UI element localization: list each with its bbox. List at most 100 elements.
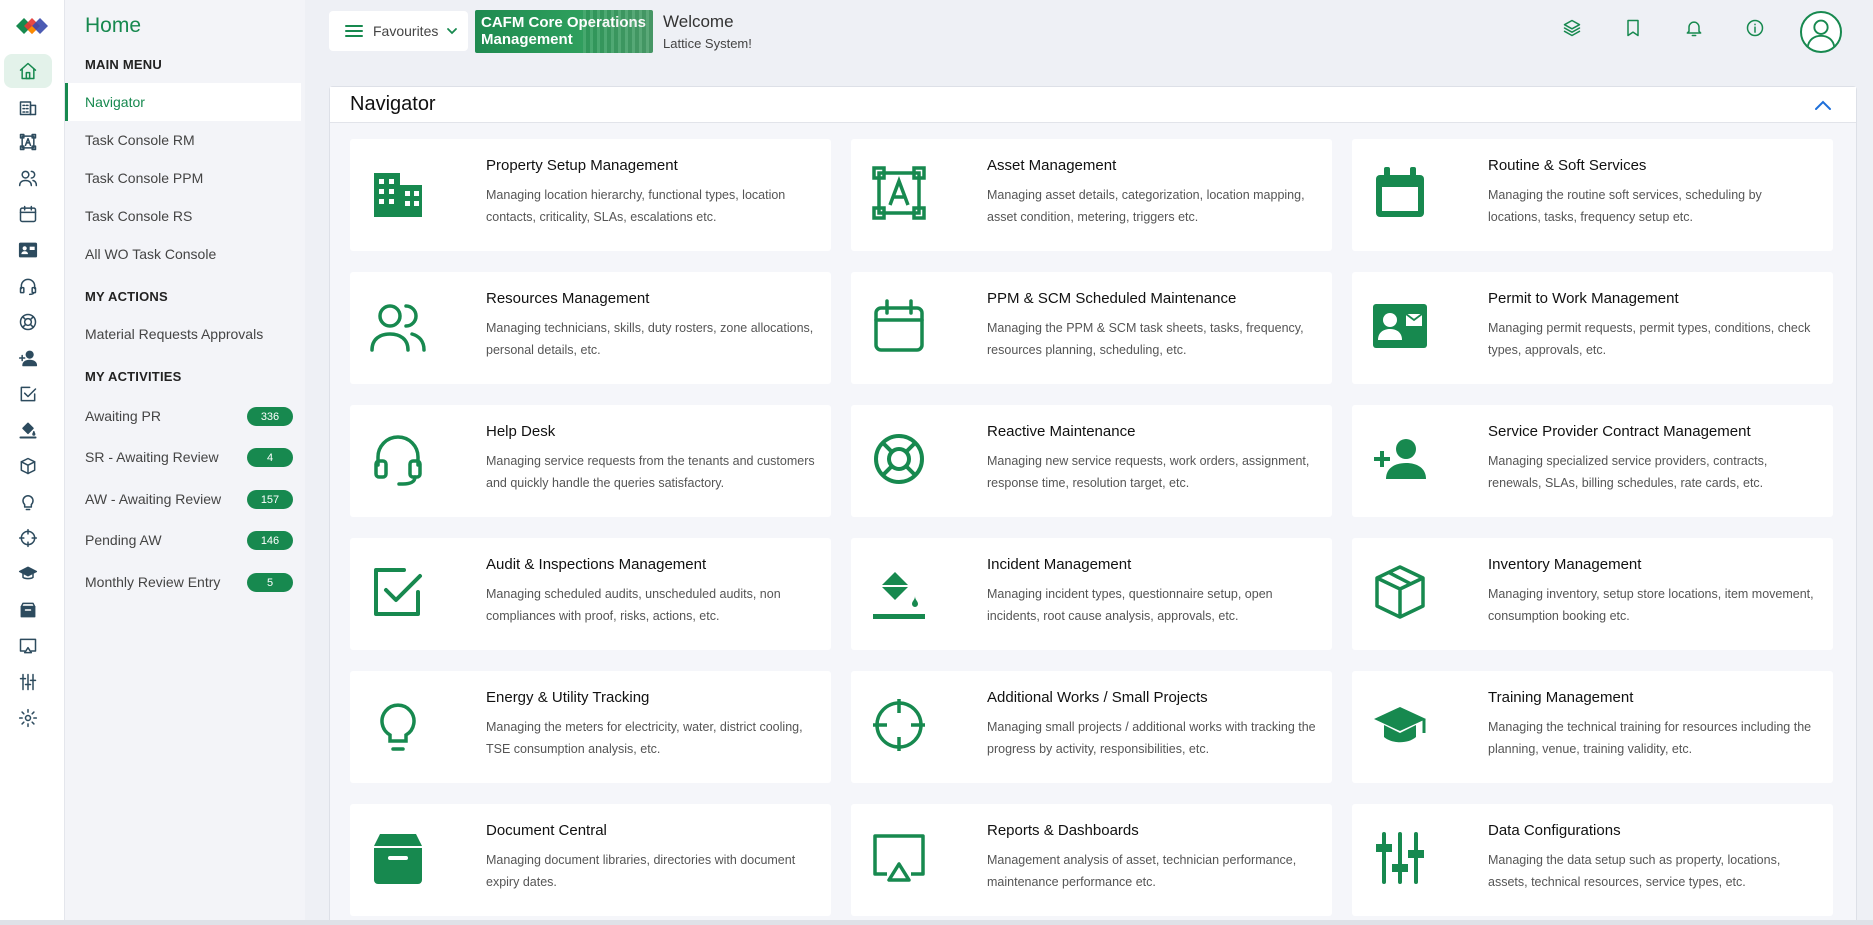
card-description: Managing the meters for electricity, wat… [486,720,803,756]
rail-headset-icon[interactable] [4,269,52,303]
rail-archive-icon[interactable] [4,593,52,627]
rail-lightbulb-icon[interactable] [4,485,52,519]
chevron-down-icon [447,28,458,35]
bookmark-icon[interactable] [1623,18,1647,42]
card-document-central[interactable]: Document Central Managing document libra… [350,804,831,916]
menu-title: Home [85,14,142,37]
menu-item-material-requests-approvals[interactable]: Material Requests Approvals [65,315,301,353]
chevron-up-icon[interactable] [1814,97,1832,113]
rail-check-square-icon[interactable] [4,377,52,411]
rail-sliders-icon[interactable] [4,665,52,699]
card-description: Managing small projects / additional wor… [987,720,1316,756]
archive-icon [368,828,428,888]
card-description: Managing asset details, categorization, … [987,188,1305,224]
rail-paint-bucket-icon[interactable] [4,413,52,447]
rail-crosshair-icon[interactable] [4,521,52,555]
menu-item-task-console-ppm[interactable]: Task Console PPM [65,159,301,197]
hamburger-icon [345,25,363,37]
rail-asset-icon[interactable] [4,125,52,159]
card-title: Inventory Management [1488,556,1642,573]
card-title: Energy & Utility Tracking [486,689,650,706]
rail-home-icon[interactable] [4,54,52,88]
welcome-block: Welcome Lattice System! [663,12,752,51]
menu-item-all-wo-task-console[interactable]: All WO Task Console [65,235,301,273]
card-training-management[interactable]: Training Management Managing the technic… [1352,671,1833,783]
card-description: Managing incident types, questionnaire s… [987,587,1273,623]
card-title: Reactive Maintenance [987,423,1136,440]
favourites-dropdown[interactable]: Favourites [329,11,468,51]
card-help-desk[interactable]: Help Desk Managing service requests from… [350,405,831,517]
card-ppm-scm-scheduled-maintenance[interactable]: PPM & SCM Scheduled Maintenance Managing… [851,272,1332,384]
activity-item-aw-awaiting-review[interactable]: AW - Awaiting Review 157 [65,480,301,518]
my-actions-heading: MY ACTIONS [85,289,168,304]
rail-graduation-cap-icon[interactable] [4,557,52,591]
card-title: Resources Management [486,290,650,307]
module-banner: CAFM Core Operations Management [475,10,653,53]
favourites-label: Favourites [373,23,439,39]
activity-label: SR - Awaiting Review [85,449,219,465]
card-data-configurations[interactable]: Data Configurations Managing the data se… [1352,804,1833,916]
lightbulb-icon [368,695,428,755]
card-incident-management[interactable]: Incident Management Managing incident ty… [851,538,1332,650]
card-additional-works-small-projects[interactable]: Additional Works / Small Projects Managi… [851,671,1332,783]
card-reports-dashboards[interactable]: Reports & Dashboards Management analysis… [851,804,1332,916]
menu-item-navigator[interactable]: Navigator [65,83,301,121]
card-title: Audit & Inspections Management [486,556,707,573]
card-title: Reports & Dashboards [987,822,1139,839]
navigator-panel: Navigator Property Setup Management Mana… [329,86,1857,925]
menu-item-task-console-rs[interactable]: Task Console RS [65,197,301,235]
activity-item-sr-awaiting-review[interactable]: SR - Awaiting Review 4 [65,438,301,476]
bell-icon[interactable] [1684,18,1708,42]
crosshair-icon [869,695,929,755]
card-reactive-maintenance[interactable]: Reactive Maintenance Managing new servic… [851,405,1332,517]
count-badge: 4 [247,448,293,467]
count-badge: 146 [247,531,293,550]
activity-label: Monthly Review Entry [85,574,221,590]
info-icon[interactable] [1745,18,1769,42]
card-title: Training Management [1488,689,1634,706]
card-description: Managing new service requests, work orde… [987,454,1310,490]
rail-box-icon[interactable] [4,449,52,483]
rail-user-plus-icon[interactable] [4,341,52,375]
rail-calendar-icon[interactable] [4,197,52,231]
rail-lifebuoy-icon[interactable] [4,305,52,339]
rail-settings-icon[interactable] [4,701,52,735]
activity-item-awaiting-pr[interactable]: Awaiting PR 336 [65,397,301,435]
card-description: Managing document libraries, directories… [486,853,796,889]
menu-item-task-console-rm[interactable]: Task Console RM [65,121,301,159]
activity-item-monthly-review-entry[interactable]: Monthly Review Entry 5 [65,563,301,601]
layers-icon[interactable] [1562,18,1586,42]
card-energy-utility-tracking[interactable]: Energy & Utility Tracking Managing the m… [350,671,831,783]
card-description: Managing the routine soft services, sche… [1488,188,1762,224]
card-routine-soft-services[interactable]: Routine & Soft Services Managing the rou… [1352,139,1833,251]
activity-item-pending-aw[interactable]: Pending AW 146 [65,521,301,559]
graduation-cap-icon [1370,695,1430,755]
card-asset-management[interactable]: Asset Management Managing asset details,… [851,139,1332,251]
card-description: Managing inventory, setup store location… [1488,587,1814,623]
avatar[interactable] [1800,11,1842,53]
card-title: Data Configurations [1488,822,1621,839]
building-icon [368,163,428,223]
app-logo[interactable] [10,14,54,38]
card-description: Managing location hierarchy, functional … [486,188,786,224]
card-description: Managing the technical training for reso… [1488,720,1812,756]
paint-bucket-icon [869,562,929,622]
calendar-icon [869,296,929,356]
card-service-provider-contract-management[interactable]: Service Provider Contract Management Man… [1352,405,1833,517]
card-inventory-management[interactable]: Inventory Management Managing inventory,… [1352,538,1833,650]
box-icon [1370,562,1430,622]
card-audit-inspections-management[interactable]: Audit & Inspections Management Managing … [350,538,831,650]
rail-building-icon[interactable] [4,90,52,124]
card-title: Additional Works / Small Projects [987,689,1208,706]
card-permit-to-work-management[interactable]: Permit to Work Management Managing permi… [1352,272,1833,384]
horizontal-scrollbar[interactable] [0,920,1873,925]
panel-title: Navigator [350,93,436,115]
rail-id-card-icon[interactable] [4,233,52,267]
card-property-setup-management[interactable]: Property Setup Management Managing locat… [350,139,831,251]
card-resources-management[interactable]: Resources Management Managing technician… [350,272,831,384]
rail-monitor-icon[interactable] [4,629,52,663]
rail-users-icon[interactable] [4,161,52,195]
card-description: Managing the PPM & SCM task sheets, task… [987,321,1304,357]
top-bar: Favourites CAFM Core Operations Manageme… [305,0,1873,64]
headset-icon [368,429,428,489]
